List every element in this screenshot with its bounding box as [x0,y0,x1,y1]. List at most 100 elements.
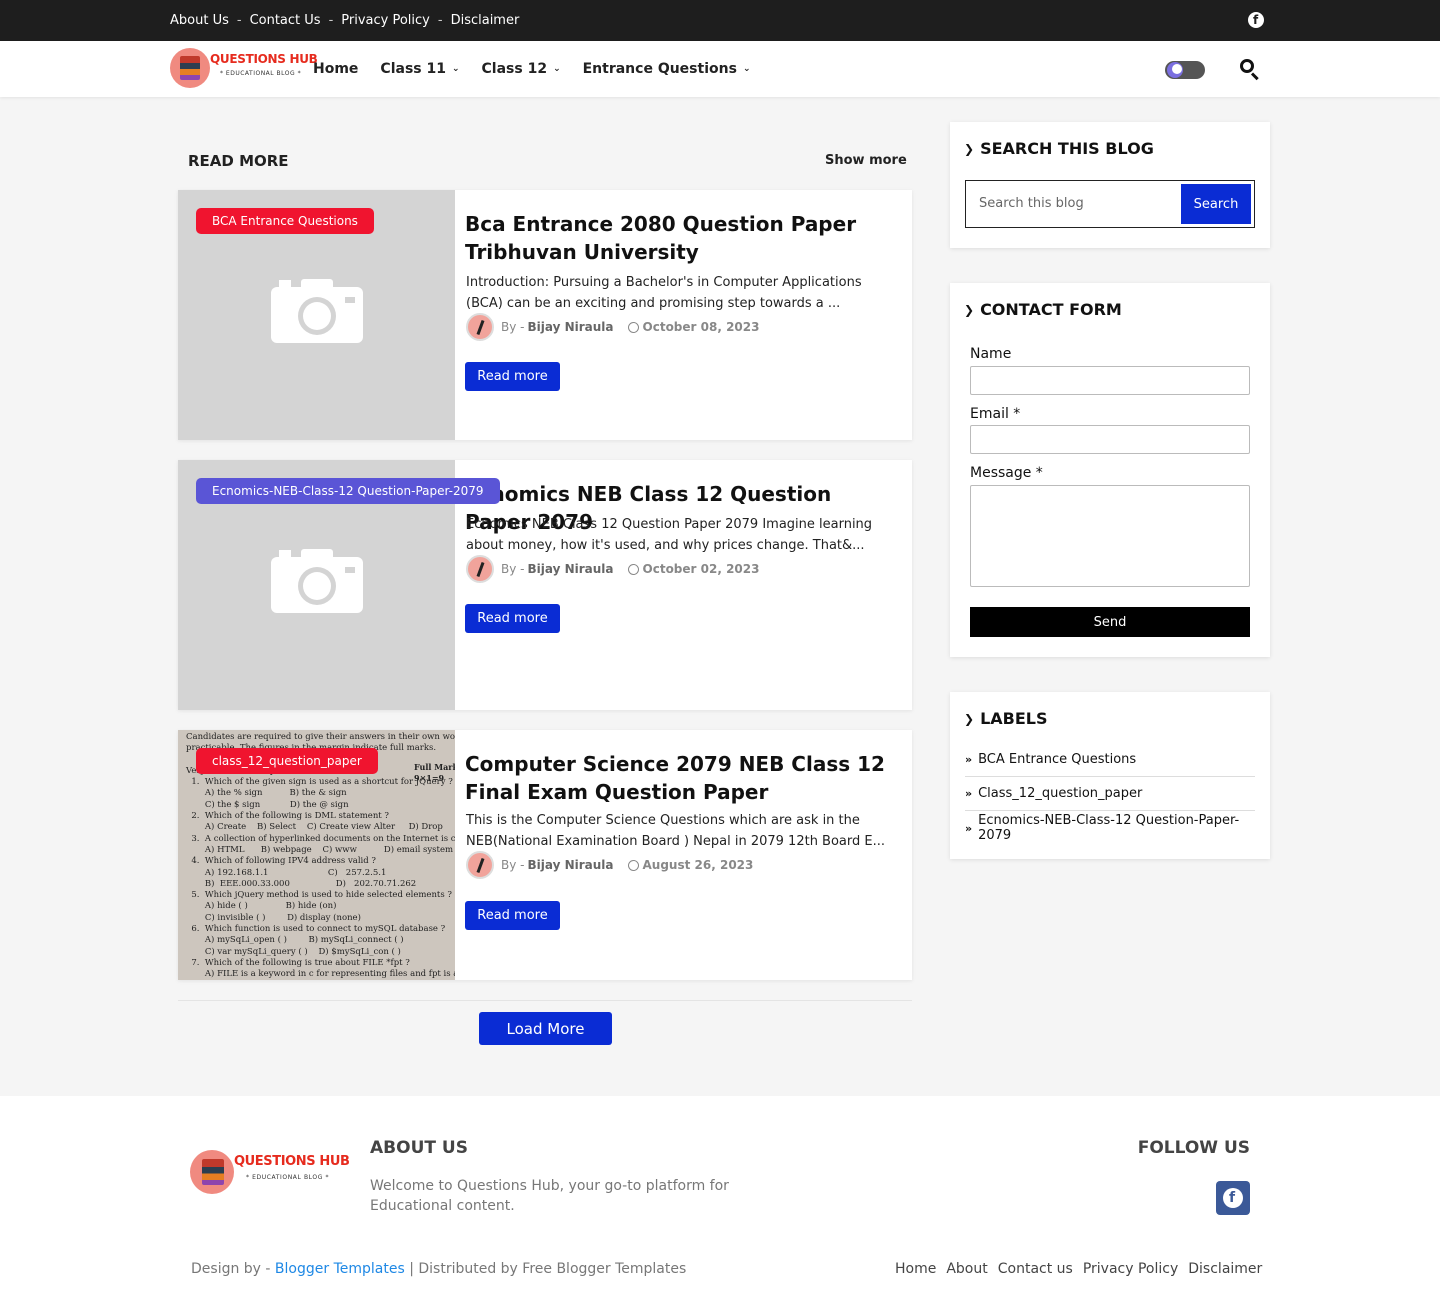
top-bar: About Us - Contact Us - Privacy Policy -… [0,0,1440,41]
paper-line: C) the $ sign D) the @ sign [186,799,349,810]
design-suffix: | Distributed by Free Blogger Templates [409,1261,687,1277]
camera-icon [271,277,363,343]
top-links: About Us - Contact Us - Privacy Policy -… [170,0,519,41]
top-link-contact[interactable]: Contact Us [250,13,321,28]
post-excerpt: Ecnomics NEB Class 12 Question Paper 207… [466,517,873,553]
post-date: August 26, 2023 [642,858,754,872]
post-author[interactable]: Bijay Niraula [527,320,613,334]
widget-title: ❯ SEARCH THIS BLOG [964,139,1154,158]
footer-link-home[interactable]: Home [895,1261,936,1277]
separator: - [236,13,242,28]
post-excerpt: This is the Computer Science Questions w… [466,813,886,849]
paper-line: A) HTML B) webpage C) www D) email syste… [186,844,454,855]
message-field[interactable] [970,485,1250,587]
paper-line: 7. Which of the following is true about … [186,957,410,968]
send-button[interactable]: Send [970,607,1250,637]
footer-link-disclaimer[interactable]: Disclaimer [1188,1261,1262,1277]
paper-line: C) var mySqLi_query ( ) D) $mySqLi_con (… [186,946,401,957]
paper-line: 6. Which function is used to connect to … [186,924,446,935]
footer-logo[interactable]: QUESTIONS HUB * EDUCATIONAL BLOG * [190,1148,350,1196]
design-credit: Design by - Blogger Templates | Distribu… [191,1261,686,1277]
post-card: Full Marks: 509×1=9 Candidates are requi… [178,730,912,980]
clock-icon [627,563,639,575]
post-title[interactable]: Bca Entrance 2080 Question Paper Tribhuv… [465,210,895,266]
load-more-button[interactable]: Load More [479,1012,612,1045]
books-icon [202,1159,224,1185]
read-more-button[interactable]: Read more [465,901,560,930]
top-link-disclaimer[interactable]: Disclaimer [451,13,520,28]
read-more-button[interactable]: Read more [465,362,560,391]
site-footer: QUESTIONS HUB * EDUCATIONAL BLOG * ABOUT… [0,1096,1440,1311]
post-title[interactable]: Computer Science 2079 NEB Class 12 Final… [465,750,895,806]
search-widget: ❯ SEARCH THIS BLOG Search this blog Searc… [950,122,1270,248]
label-item[interactable]: » BCA Entrance Questions [965,743,1255,777]
paper-line: 4. Which of following IPV4 address valid… [186,856,376,867]
label-item[interactable]: » Ecnomics-NEB-Class-12 Question-Paper-20… [965,811,1255,845]
footer-link-privacy[interactable]: Privacy Policy [1083,1261,1178,1277]
blogger-templates-link[interactable]: Blogger Templates [275,1261,405,1277]
facebook-button[interactable]: f [1216,1181,1250,1215]
name-field[interactable] [970,366,1250,395]
footer-link-contact[interactable]: Contact us [998,1261,1073,1277]
facebook-icon[interactable]: f [1248,12,1264,28]
paper-line: A) mySqLi_open ( ) B) mySqLi_connect ( ) [186,935,404,946]
nav-entrance-questions[interactable]: Entrance Questions ⌄ [583,61,751,77]
paper-line: 5. Which jQuery method is used to hide s… [186,890,452,901]
chevron-down-icon: ⌄ [451,64,460,74]
message-label: Message * [970,465,1043,481]
by-label: By - [501,858,525,872]
post-date: October 08, 2023 [642,320,760,334]
logo-title: QUESTIONS HUB [234,1154,350,1169]
site-header: QUESTIONS HUB * EDUCATIONAL BLOG * Home … [0,41,1440,97]
search-button[interactable]: Search [1181,184,1251,224]
label-item[interactable]: » Class_12_question_paper [965,777,1255,811]
contact-widget: ❯ CONTACT FORM Name Email * Message * Sen… [950,283,1270,657]
post-label-badge[interactable]: BCA Entrance Questions [196,208,374,234]
logo-subtitle: * EDUCATIONAL BLOG * [246,1174,330,1181]
avatar [466,555,494,583]
double-chevron-icon: » [965,787,973,800]
by-label: By - [501,320,525,334]
follow-heading: FOLLOW US [1137,1138,1250,1158]
nav-class-11[interactable]: Class 11 ⌄ [380,61,459,77]
separator: - [328,13,334,28]
top-link-privacy[interactable]: Privacy Policy [341,13,430,28]
chevron-right-icon: ❯ [964,141,975,156]
read-more-button[interactable]: Read more [465,604,560,633]
search-input[interactable]: Search this blog [979,196,1084,211]
nav-label: Home [313,61,359,77]
dark-mode-toggle[interactable] [1165,61,1205,79]
main-nav: Home Class 11 ⌄ Class 12 ⌄ Entrance Questi… [313,41,772,97]
paper-line: 3. A collection of hyperlinked documents… [186,833,455,844]
widget-title: ❯ LABELS [964,709,1048,728]
post-meta: By - Bijay Niraula October 08, 2023 [466,312,759,342]
nav-home[interactable]: Home [313,61,358,77]
email-label: Email * [970,406,1021,422]
paper-line: A) FILE is a keyword in c for representi… [204,969,455,980]
footer-link-about[interactable]: About [946,1261,987,1277]
site-logo[interactable]: QUESTIONS HUB * EDUCATIONAL BLOG * [170,46,318,90]
search-box: Search this blog Search [965,180,1255,228]
moon-icon [1167,62,1183,78]
logo-subtitle: * EDUCATIONAL BLOG * [220,70,302,77]
separator: - [437,13,443,28]
footer-links: Home About Contact us Privacy Policy Dis… [895,1261,1272,1277]
clock-icon [627,321,639,333]
post-meta: By - Bijay Niraula August 26, 2023 [466,850,753,880]
double-chevron-icon: » [965,821,973,835]
paper-marks: Full Marks: 509×1=9 [414,762,455,784]
show-more-link[interactable]: Show more [825,153,907,168]
search-icon[interactable] [1240,59,1260,81]
post-author[interactable]: Bijay Niraula [527,562,613,576]
camera-icon [271,547,363,613]
paper-line: 1. Which of the given sign is used as a … [186,777,453,788]
email-field[interactable] [970,425,1250,454]
top-link-about[interactable]: About Us [170,13,229,28]
post-author[interactable]: Bijay Niraula [527,858,613,872]
widget-title: ❯ CONTACT FORM [964,300,1122,319]
post-label-badge[interactable]: Ecnomics-NEB-Class-12 Question-Paper-207… [196,478,500,504]
paper-line: A) Create B) Select C) Create view Alter… [186,822,443,833]
avatar [466,851,494,879]
post-label-badge[interactable]: class_12_question_paper [196,748,378,774]
nav-class-12[interactable]: Class 12 ⌄ [482,61,561,77]
